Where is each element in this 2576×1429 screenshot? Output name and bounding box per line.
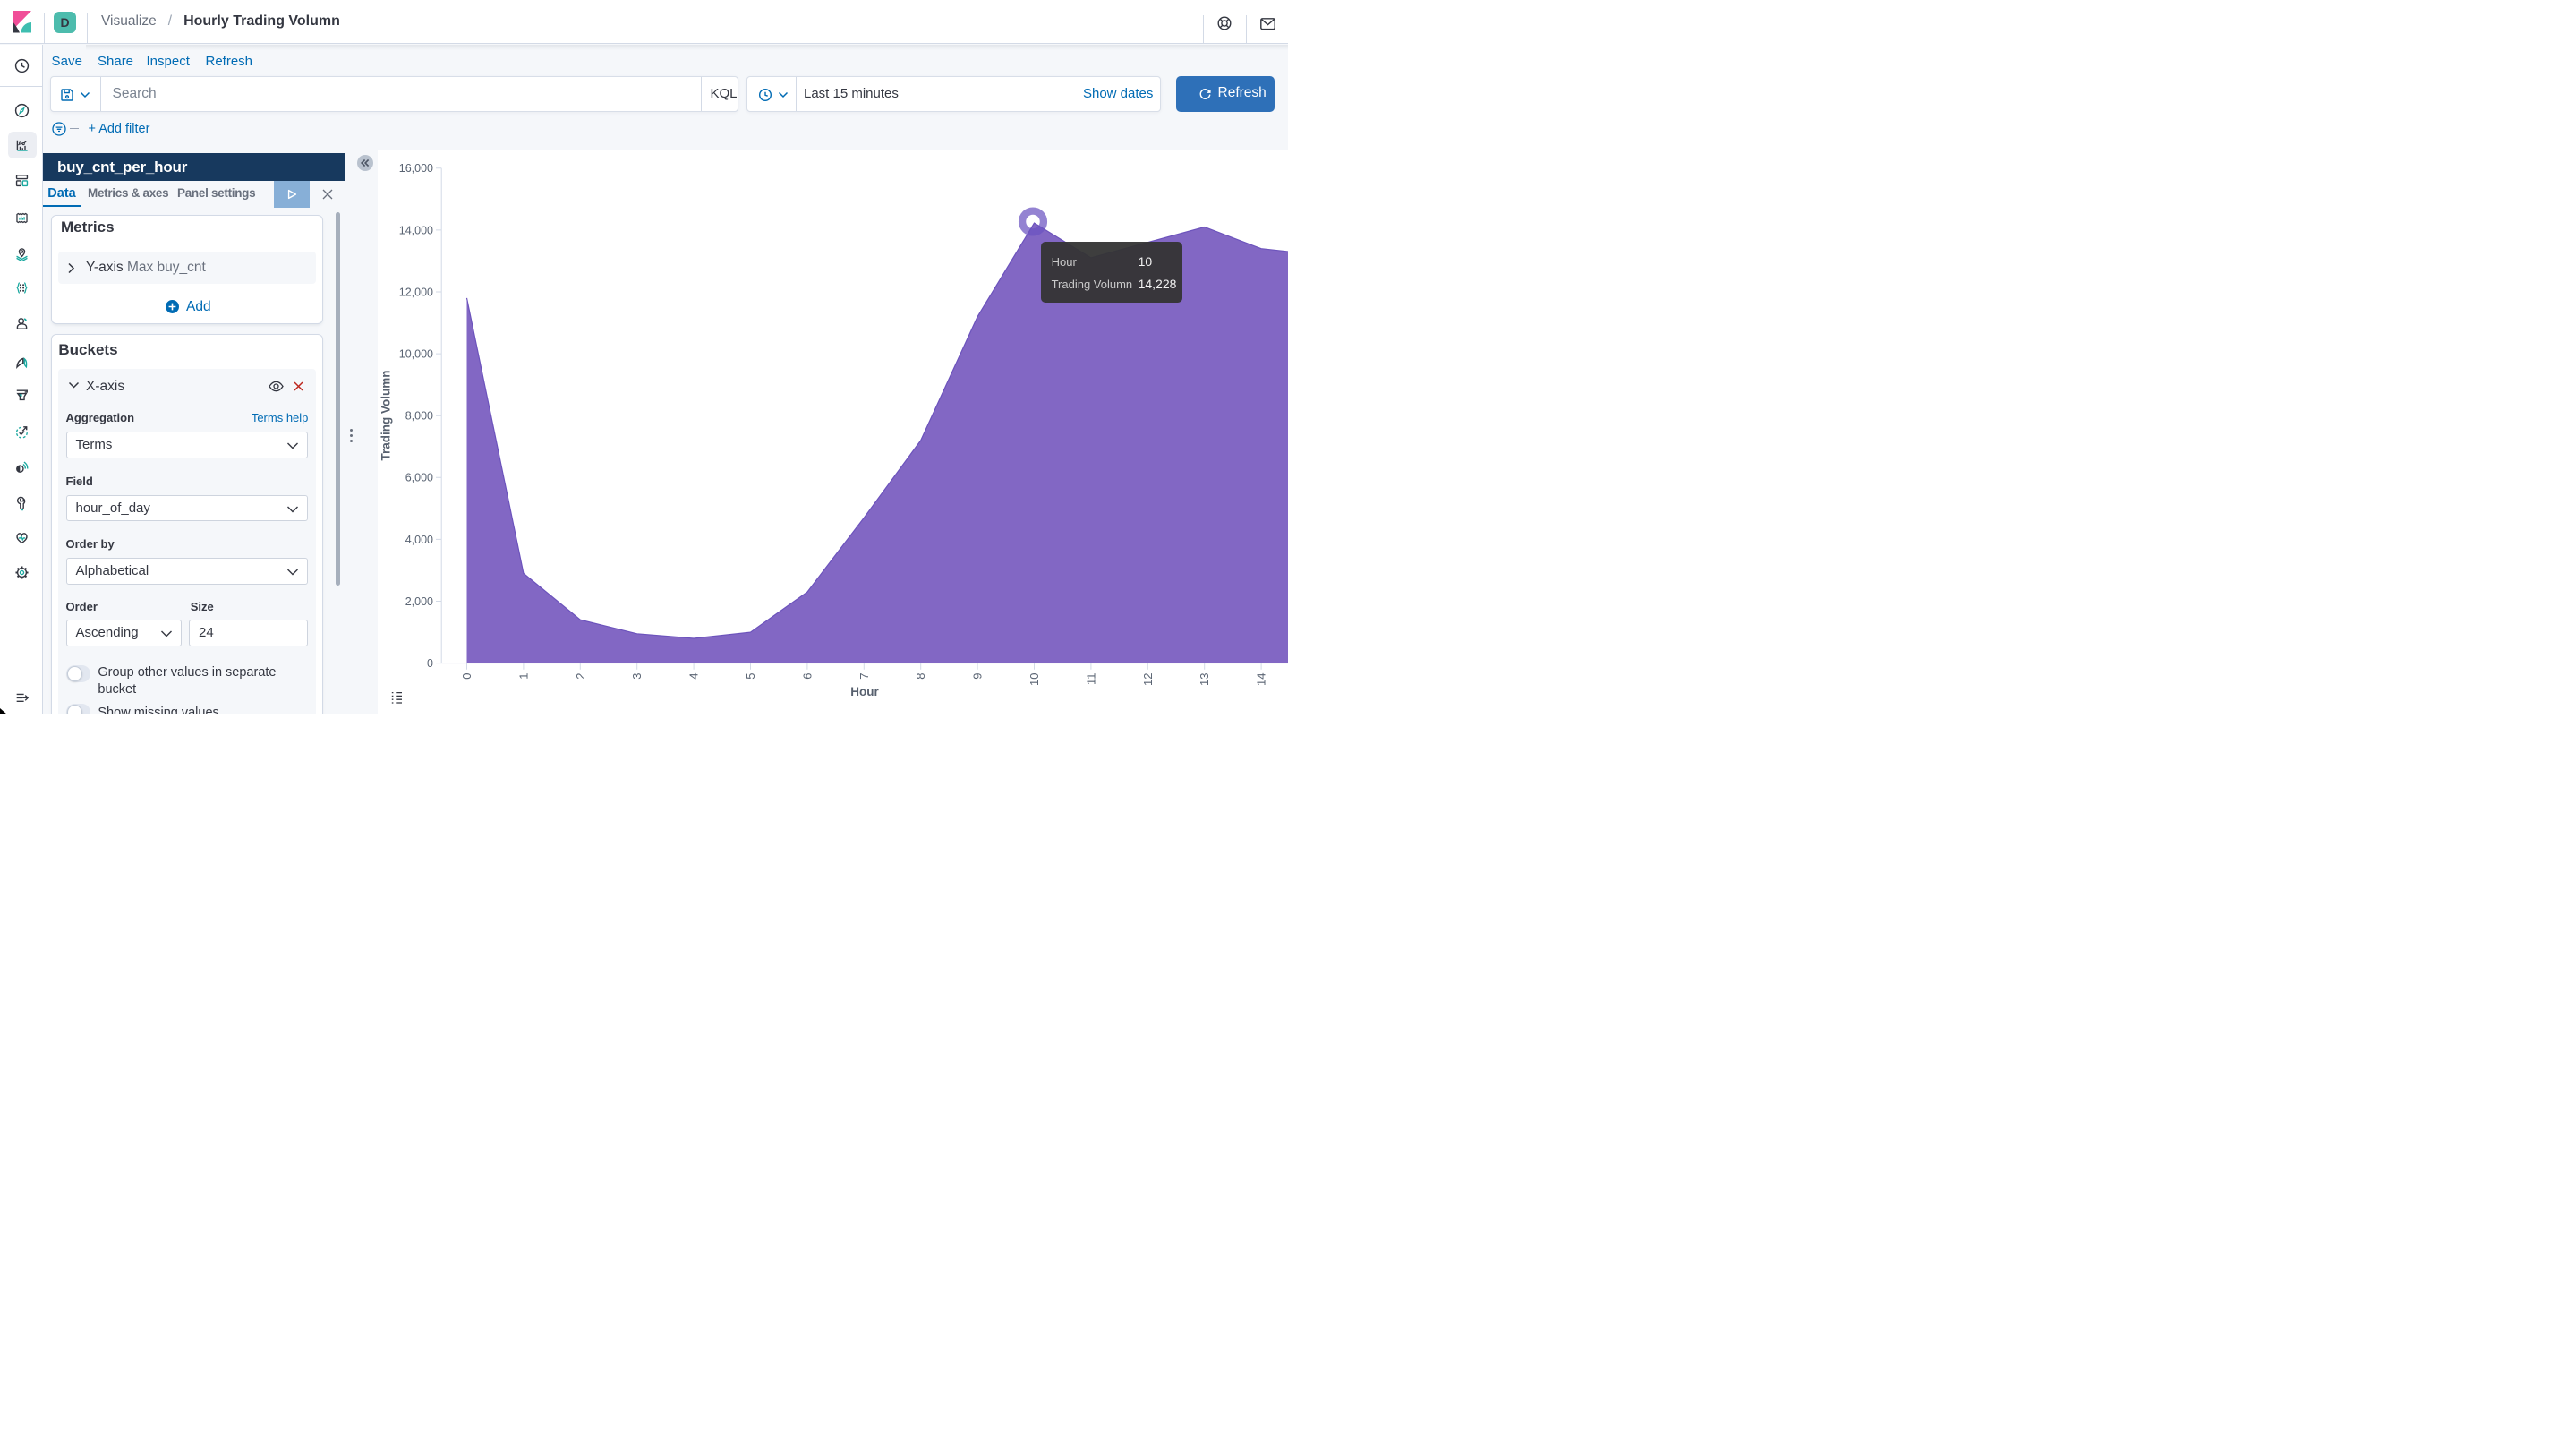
svg-text:4: 4 xyxy=(687,673,700,680)
svg-text:8: 8 xyxy=(914,673,927,680)
svg-text:12: 12 xyxy=(1140,673,1154,686)
svg-text:8,000: 8,000 xyxy=(405,410,432,423)
svg-text:2,000: 2,000 xyxy=(405,595,432,608)
svg-text:7: 7 xyxy=(857,673,870,680)
svg-text:Trading Volumn: Trading Volumn xyxy=(379,371,392,461)
svg-text:0: 0 xyxy=(460,673,473,680)
svg-text:10: 10 xyxy=(1028,673,1041,686)
svg-text:14,000: 14,000 xyxy=(398,224,432,236)
svg-text:3: 3 xyxy=(630,673,644,680)
svg-text:14: 14 xyxy=(1254,673,1267,686)
svg-text:5: 5 xyxy=(744,673,757,680)
svg-text:13: 13 xyxy=(1198,673,1211,686)
svg-text:1: 1 xyxy=(516,673,530,680)
svg-text:2: 2 xyxy=(573,673,586,680)
svg-text:10,000: 10,000 xyxy=(398,348,432,361)
svg-text:9: 9 xyxy=(970,673,984,680)
svg-text:6,000: 6,000 xyxy=(405,472,432,484)
svg-text:16,000: 16,000 xyxy=(398,162,432,175)
svg-text:12,000: 12,000 xyxy=(398,286,432,298)
svg-text:0: 0 xyxy=(427,657,433,670)
svg-text:11: 11 xyxy=(1084,673,1097,686)
svg-text:4,000: 4,000 xyxy=(405,534,432,546)
svg-text:Hour: Hour xyxy=(850,685,879,698)
svg-text:6: 6 xyxy=(800,673,814,680)
